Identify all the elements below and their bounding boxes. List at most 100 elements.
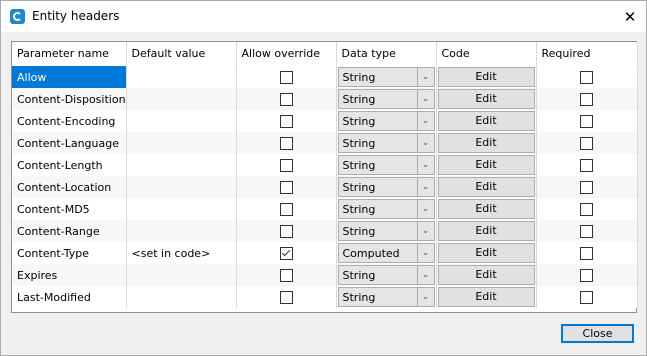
allow-override-checkbox[interactable] — [279, 114, 293, 128]
default-value-cell[interactable] — [126, 154, 237, 176]
default-value-cell[interactable] — [126, 88, 237, 110]
parameter-name-cell[interactable]: Content-Range — [12, 220, 127, 242]
allow-override-checkbox[interactable] — [279, 224, 293, 238]
chevron-down-icon[interactable]: ⌄ — [416, 222, 434, 240]
allow-override-checkbox[interactable] — [279, 202, 293, 216]
required-checkbox[interactable] — [580, 180, 593, 194]
parameter-name-cell[interactable]: Allow — [12, 65, 127, 88]
chevron-down-icon[interactable]: ⌄ — [416, 112, 434, 130]
table-row[interactable]: Content-Location String ⌄ Edit — [12, 176, 638, 198]
chevron-down-icon[interactable]: ⌄ — [416, 200, 434, 218]
close-button[interactable]: Close — [561, 324, 634, 343]
allow-override-checkbox[interactable] — [279, 268, 293, 282]
allow-override-checkbox[interactable] — [279, 158, 293, 172]
close-icon[interactable]: ✕ — [614, 1, 646, 32]
data-type-select[interactable]: String ⌄ — [337, 111, 435, 131]
edit-code-button[interactable]: Edit — [437, 287, 535, 307]
chevron-down-icon[interactable]: ⌄ — [416, 288, 434, 306]
default-value-cell[interactable] — [126, 264, 237, 286]
allow-override-checkbox[interactable] — [279, 246, 293, 260]
edit-code-button[interactable]: Edit — [437, 243, 535, 263]
parameter-name-cell[interactable]: Content-MD5 — [12, 198, 127, 220]
chevron-down-icon[interactable]: ⌄ — [416, 244, 434, 262]
edit-code-button[interactable]: Edit — [437, 177, 535, 197]
parameter-name-cell[interactable]: Content-Location — [12, 176, 127, 198]
default-value-cell[interactable] — [126, 286, 237, 308]
allow-override-checkbox[interactable] — [279, 180, 293, 194]
required-checkbox[interactable] — [580, 224, 593, 238]
data-type-select[interactable]: String ⌄ — [337, 221, 435, 241]
table-row[interactable]: Content-Disposition String ⌄ Edit — [12, 88, 638, 110]
data-type-select[interactable]: String ⌄ — [337, 67, 435, 87]
allow-override-checkbox[interactable] — [279, 92, 293, 106]
required-checkbox[interactable] — [580, 114, 593, 128]
table-row[interactable]: Last-Modified String ⌄ Edit — [12, 286, 638, 308]
data-type-select[interactable]: String ⌄ — [337, 155, 435, 175]
default-value-cell[interactable] — [126, 220, 237, 242]
parameter-name-cell[interactable]: Content-Length — [12, 154, 127, 176]
column-header[interactable]: Parameter name — [12, 42, 127, 66]
data-type-select[interactable]: String ⌄ — [337, 265, 435, 285]
parameter-name-cell[interactable]: Content-Language — [12, 132, 127, 154]
required-checkbox[interactable] — [580, 268, 593, 282]
edit-code-button[interactable]: Edit — [437, 155, 535, 175]
column-header[interactable]: Code — [436, 42, 537, 66]
table-row[interactable]: Content-Type <set in code> Computed ⌄ Edit — [12, 242, 638, 264]
table-row[interactable]: Content-MD5 String ⌄ Edit — [12, 198, 638, 220]
parameter-name-cell[interactable]: Content-Encoding — [12, 110, 127, 132]
table-row[interactable]: Content-Language String ⌄ Edit — [12, 132, 638, 154]
edit-code-button[interactable]: Edit — [437, 133, 535, 153]
default-value-cell[interactable] — [126, 176, 237, 198]
data-type-select[interactable]: String ⌄ — [337, 199, 435, 219]
data-type-select[interactable]: String ⌄ — [337, 177, 435, 197]
default-value-cell[interactable] — [126, 65, 237, 88]
edit-code-button[interactable]: Edit — [437, 265, 535, 285]
data-type-select[interactable]: String ⌄ — [337, 133, 435, 153]
table-row[interactable]: Content-Range String ⌄ Edit — [12, 220, 638, 242]
edit-code-button[interactable]: Edit — [437, 111, 535, 131]
required-checkbox[interactable] — [580, 246, 593, 260]
column-header[interactable]: Allow override — [236, 42, 337, 66]
column-header[interactable]: Default value — [126, 42, 237, 66]
chevron-down-icon[interactable]: ⌄ — [416, 178, 434, 196]
chevron-down-icon[interactable]: ⌄ — [416, 90, 434, 108]
allow-override-cell — [236, 65, 337, 88]
chevron-down-icon[interactable]: ⌄ — [416, 134, 434, 152]
data-type-select[interactable]: String ⌄ — [337, 89, 435, 109]
table-row[interactable]: Content-Length String ⌄ Edit — [12, 154, 638, 176]
edit-code-button[interactable]: Edit — [437, 67, 535, 87]
required-checkbox[interactable] — [580, 158, 593, 172]
data-type-select[interactable]: String ⌄ — [337, 287, 435, 307]
edit-code-button[interactable]: Edit — [437, 89, 535, 109]
chevron-down-icon[interactable]: ⌄ — [416, 156, 434, 174]
column-header[interactable]: Required — [536, 42, 638, 66]
default-value-cell[interactable] — [126, 132, 237, 154]
table-row[interactable]: Content-Encoding String ⌄ Edit — [12, 110, 638, 132]
required-checkbox[interactable] — [580, 136, 593, 150]
default-value-cell[interactable]: <set in code> — [126, 242, 237, 264]
default-value-cell[interactable] — [126, 110, 237, 132]
edit-code-button[interactable]: Edit — [437, 221, 535, 241]
parameter-name-cell[interactable]: Content-Disposition — [12, 88, 127, 110]
required-checkbox[interactable] — [580, 70, 593, 84]
allow-override-checkbox[interactable] — [279, 290, 293, 304]
chevron-down-icon[interactable]: ⌄ — [416, 68, 434, 86]
parameter-name-cell[interactable]: Last-Modified — [12, 286, 127, 308]
code-cell: Edit — [436, 65, 537, 88]
code-cell: Edit — [436, 286, 537, 308]
allow-override-checkbox[interactable] — [279, 136, 293, 150]
data-type-value: Computed — [342, 246, 400, 260]
default-value-cell[interactable] — [126, 198, 237, 220]
chevron-down-icon[interactable]: ⌄ — [416, 266, 434, 284]
column-header[interactable]: Data type — [336, 42, 437, 66]
edit-code-button[interactable]: Edit — [437, 199, 535, 219]
allow-override-checkbox[interactable] — [279, 70, 293, 84]
parameter-name-cell[interactable]: Expires — [12, 264, 127, 286]
table-row[interactable]: Allow String ⌄ Edit — [12, 65, 638, 88]
required-checkbox[interactable] — [580, 92, 593, 106]
required-checkbox[interactable] — [580, 290, 593, 304]
required-checkbox[interactable] — [580, 202, 593, 216]
data-type-select[interactable]: Computed ⌄ — [337, 243, 435, 263]
table-row[interactable]: Expires String ⌄ Edit — [12, 264, 638, 286]
parameter-name-cell[interactable]: Content-Type — [12, 242, 127, 264]
